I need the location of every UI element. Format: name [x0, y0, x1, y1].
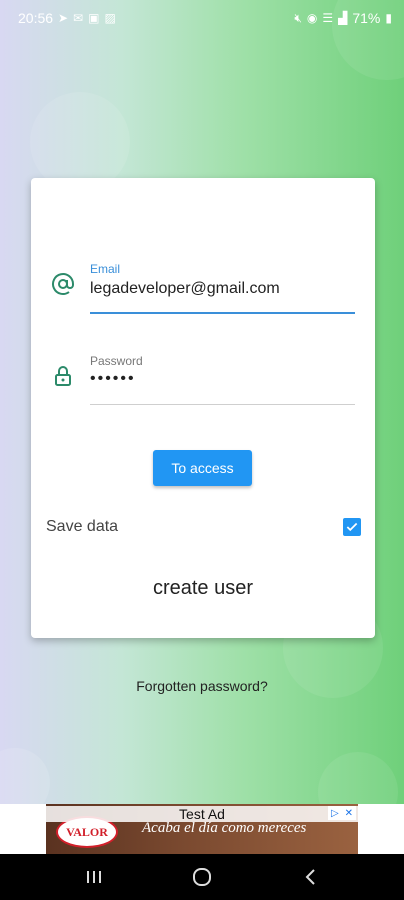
- email-field[interactable]: Email legadeveloper@gmail.com: [31, 258, 375, 318]
- access-button[interactable]: To access: [153, 450, 252, 486]
- ad-banner[interactable]: VALOR Acaba el día como mereces Test Ad …: [46, 804, 358, 854]
- save-data-row[interactable]: Save data: [46, 516, 361, 540]
- create-user-link[interactable]: create user: [31, 577, 375, 600]
- navigation-bar: [0, 854, 404, 900]
- lock-icon: [55, 366, 71, 386]
- battery-percent: 71%: [352, 10, 381, 26]
- password-label: Password: [90, 354, 143, 368]
- signal-icon: ▟: [338, 11, 348, 25]
- forgot-password-link[interactable]: Forgotten password?: [0, 678, 404, 694]
- adchoices-badge[interactable]: ▷ ✕: [328, 806, 356, 820]
- screen: 20:56 ➤ ✉ ▣ ▨ 🔇︎ ◉ ☰ ▟ 71% ▮ Email legad…: [0, 0, 404, 900]
- ad-text: Acaba el día como mereces: [142, 820, 307, 836]
- status-left: 20:56 ➤ ✉ ▣ ▨: [18, 10, 116, 26]
- email-label: Email: [90, 262, 121, 276]
- save-data-label: Save data: [46, 518, 119, 535]
- wifi-icon: ☰: [322, 11, 334, 25]
- home-button[interactable]: [182, 857, 222, 897]
- mail-icon: ✉: [73, 11, 84, 25]
- status-right: 🔇︎ ◉ ☰ ▟ 71% ▮: [294, 10, 392, 26]
- email-input[interactable]: legadeveloper@gmail.com: [90, 280, 280, 298]
- close-icon: ✕: [344, 807, 354, 819]
- adchoices-icon: ▷: [330, 807, 339, 819]
- email-underline: [90, 312, 355, 314]
- ad-title: Test Ad: [46, 806, 358, 822]
- save-data-checkbox[interactable]: [343, 518, 361, 536]
- back-icon: [305, 869, 315, 885]
- mute-icon: 🔇︎: [294, 11, 302, 25]
- back-button[interactable]: [290, 857, 330, 897]
- status-bar: 20:56 ➤ ✉ ▣ ▨ 🔇︎ ◉ ☰ ▟ 71% ▮: [0, 0, 404, 36]
- password-underline: [90, 404, 355, 405]
- at-icon: [52, 273, 74, 295]
- hotspot-icon: ◉: [306, 11, 318, 25]
- telegram-icon: ➤: [58, 11, 69, 25]
- battery-icon: ▮: [385, 11, 392, 25]
- password-input[interactable]: ••••••: [90, 370, 136, 388]
- background-bubble: [30, 92, 130, 192]
- image-icon: ▨: [104, 11, 116, 25]
- login-card: Email legadeveloper@gmail.com Password •…: [31, 178, 375, 638]
- check-icon: [346, 522, 358, 532]
- recents-icon: [87, 871, 101, 883]
- password-field[interactable]: Password ••••••: [31, 350, 375, 410]
- ad-bar: VALOR Acaba el día como mereces Test Ad …: [0, 804, 404, 854]
- screenshot-icon: ▣: [88, 11, 100, 25]
- status-time: 20:56: [18, 10, 54, 26]
- recents-button[interactable]: [74, 857, 114, 897]
- home-icon: [193, 868, 211, 886]
